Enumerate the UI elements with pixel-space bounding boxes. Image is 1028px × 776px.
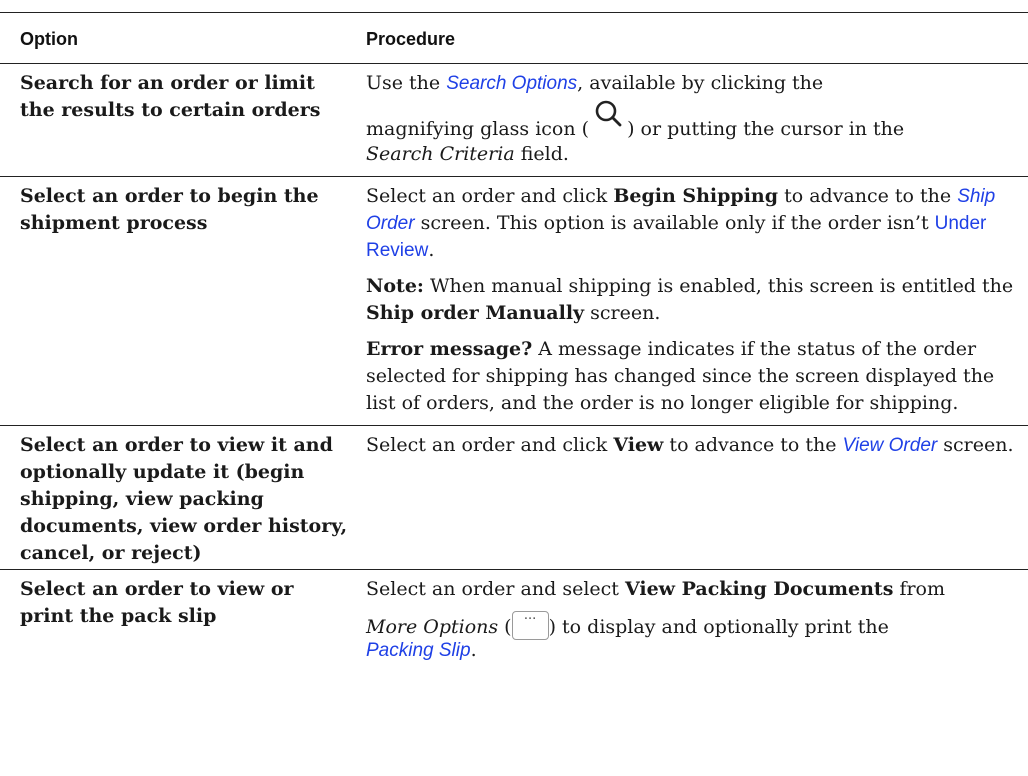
options-table: Option Procedure Search for an order or …: [0, 12, 1028, 672]
column-header-option: Option: [0, 12, 359, 64]
note-paragraph: Note: When manual shipping is enabled, t…: [366, 273, 1018, 327]
more-options-icon[interactable]: ···: [511, 611, 549, 640]
view-packing-documents-label: View Packing Documents: [624, 578, 894, 600]
text-span: screen. This option is available only if…: [414, 212, 935, 234]
search-criteria-label: Search Criteria: [366, 143, 515, 165]
text-span: When manual shipping is enabled, this sc…: [423, 275, 1014, 297]
text-span: Select an order and select: [366, 578, 625, 600]
table-row: Select an order to view or print the pac…: [0, 570, 1028, 673]
view-label: View: [613, 434, 664, 456]
column-header-procedure: Procedure: [359, 12, 1028, 64]
text-span: Select an order and click: [366, 185, 614, 207]
text-span: Select an order and click: [366, 434, 614, 456]
text-span: magnifying glass icon (: [366, 118, 590, 140]
begin-shipping-label: Begin Shipping: [613, 185, 779, 207]
magnifying-glass-icon[interactable]: [593, 99, 623, 129]
table-row: Search for an order or limit the results…: [0, 63, 1028, 177]
text-span: .: [470, 639, 477, 661]
procedure-cell: Select an order and select View Packing …: [359, 570, 1028, 673]
text-span: ) or putting the cursor in the: [627, 118, 905, 140]
note-label: Note:: [366, 275, 424, 297]
search-options-link[interactable]: Search Options: [446, 73, 577, 94]
option-cell: Select an order to begin the shipment pr…: [0, 176, 359, 426]
option-cell: Select an order to view or print the pac…: [20, 578, 294, 627]
table-row: Select an order to begin the shipment pr…: [0, 176, 1028, 426]
text-span: to advance to the: [663, 434, 843, 456]
view-order-link[interactable]: View Order: [843, 435, 938, 456]
text-span: Use the: [366, 72, 447, 94]
procedure-cell: Select an order and click View to advanc…: [359, 425, 1028, 570]
table-row: Select an order to view it and optionall…: [0, 425, 1028, 570]
error-message-label: Error message?: [366, 338, 533, 360]
text-span: screen.: [937, 434, 1014, 456]
option-cell: Select an order to view it and optionall…: [0, 425, 359, 570]
procedure-cell: Use the Search Options, available by cli…: [359, 63, 1028, 177]
text-span: (: [498, 616, 512, 638]
table-header-row: Option Procedure: [0, 12, 1028, 64]
text-span: from: [893, 578, 946, 600]
text-span: , available by clicking the: [577, 72, 824, 94]
text-span: .: [428, 239, 435, 261]
text-span: field.: [514, 143, 569, 165]
option-cell: Search for an order or limit the results…: [0, 63, 359, 177]
error-paragraph: Error message? A message indicates if th…: [366, 336, 1018, 417]
procedure-cell: Select an order and click Begin Shipping…: [359, 176, 1028, 426]
text-span: screen.: [584, 302, 661, 324]
procedure-text: Select an order and select View Packing …: [366, 576, 1018, 603]
packing-slip-link[interactable]: Packing Slip: [366, 640, 471, 661]
text-span: ) to display and optionally print the: [548, 616, 889, 638]
ship-order-manually-label: Ship order Manually: [366, 302, 585, 324]
text-span: to advance to the: [778, 185, 958, 207]
more-options-label: More Options: [366, 616, 499, 638]
procedure-text: Use the Search Options, available by cli…: [366, 70, 1018, 97]
procedure-paragraph: Select an order and click Begin Shipping…: [366, 183, 1018, 264]
